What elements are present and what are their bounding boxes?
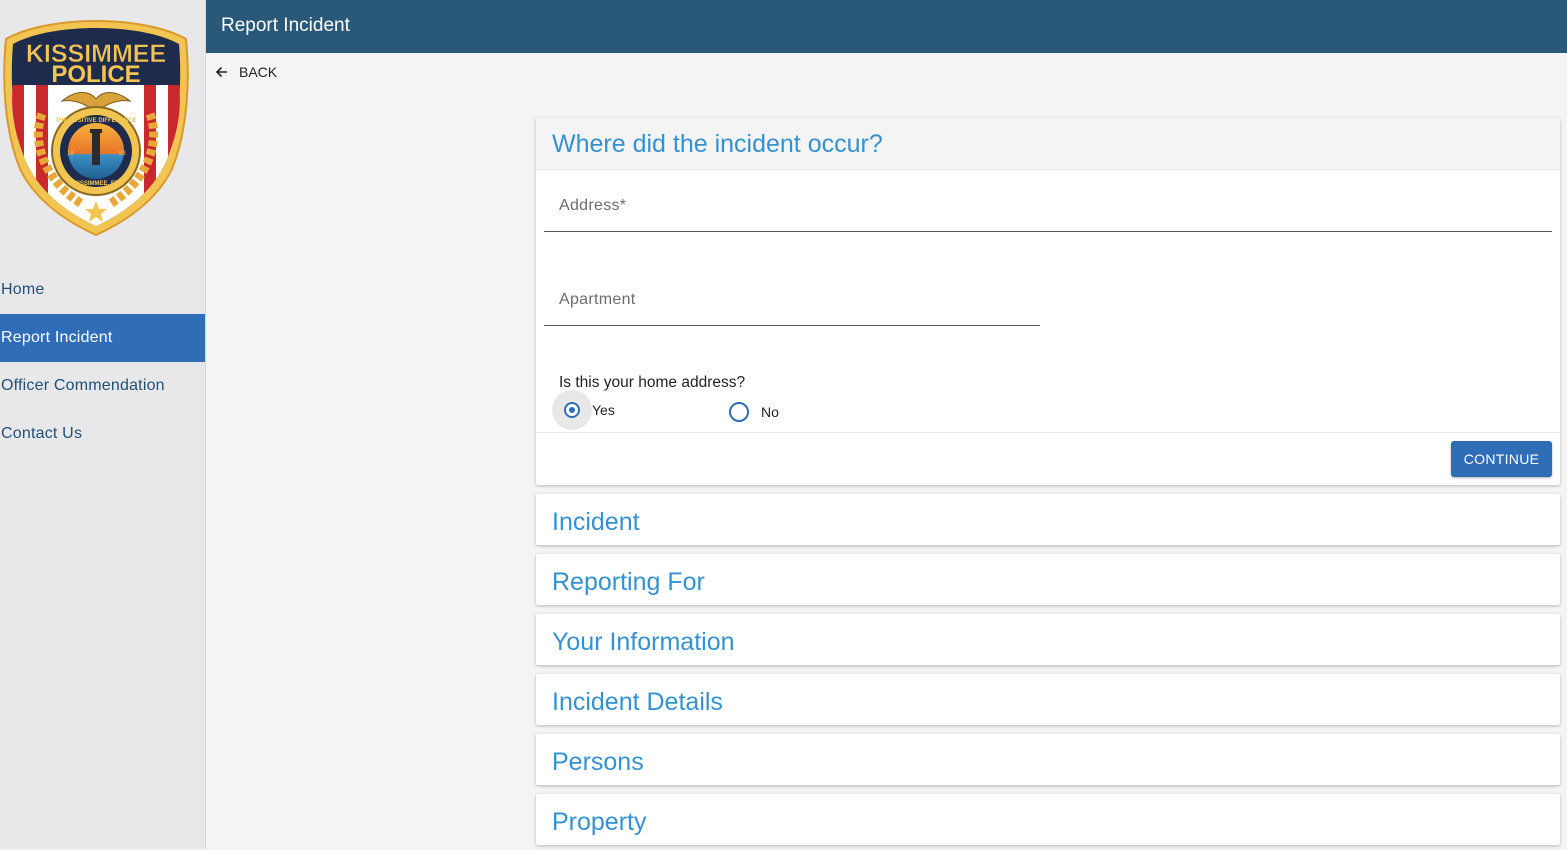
- section-incident[interactable]: Incident: [536, 494, 1560, 545]
- page-title: Report Incident: [221, 15, 350, 36]
- radio-unchecked-icon: [729, 402, 749, 422]
- svg-text:83: 83: [119, 151, 126, 157]
- apartment-underline: [544, 325, 1040, 326]
- apartment-field[interactable]: Apartment: [544, 264, 1040, 326]
- section-your-information[interactable]: Your Information: [536, 614, 1560, 665]
- radio-yes[interactable]: Yes: [564, 402, 615, 418]
- back-label: BACK: [239, 64, 278, 80]
- location-step-panel: Where did the incident occur? Address* A…: [536, 118, 1560, 485]
- svg-text:KISSIMMEE, FL: KISSIMMEE, FL: [74, 181, 119, 187]
- svg-text:POLICE: POLICE: [51, 61, 140, 88]
- sidebar-item-home[interactable]: Home: [0, 266, 205, 314]
- section-property[interactable]: Property: [536, 794, 1560, 845]
- app-header: Report Incident: [206, 0, 1567, 53]
- radio-no-label: No: [761, 404, 779, 420]
- sidebar-nav: Home Report Incident Officer Commendatio…: [0, 266, 205, 458]
- section-persons[interactable]: Persons: [536, 734, 1560, 785]
- radio-yes-label: Yes: [592, 402, 615, 418]
- back-button[interactable]: BACK: [214, 62, 277, 82]
- svg-text:18: 18: [67, 151, 74, 157]
- continue-button[interactable]: CONTINUE: [1451, 441, 1552, 477]
- sidebar-item-contact-us[interactable]: Contact Us: [0, 410, 205, 458]
- section-incident-details[interactable]: Incident Details: [536, 674, 1560, 725]
- section-reporting-for[interactable]: Reporting For: [536, 554, 1560, 605]
- address-label: Address*: [559, 197, 627, 214]
- panel-divider: [536, 432, 1560, 433]
- radio-checked-icon: [564, 402, 580, 418]
- sidebar-item-report-incident[interactable]: Report Incident: [0, 314, 205, 362]
- svg-text:THE POSITIVE DIFFERENCE: THE POSITIVE DIFFERENCE: [55, 118, 136, 124]
- apartment-label: Apartment: [559, 291, 636, 308]
- sidebar-item-officer-commendation[interactable]: Officer Commendation: [0, 362, 205, 410]
- address-underline: [544, 231, 1552, 232]
- arrow-left-icon: [215, 66, 227, 78]
- sidebar: THE POSITIVE DIFFERENCE KISSIMMEE, FL 18…: [0, 0, 206, 849]
- home-address-question: Is this your home address?: [559, 374, 746, 391]
- kissimmee-police-badge-logo: THE POSITIVE DIFFERENCE KISSIMMEE, FL 18…: [3, 19, 189, 237]
- radio-no[interactable]: No: [729, 402, 779, 422]
- address-field[interactable]: Address*: [544, 170, 1552, 232]
- location-step-title[interactable]: Where did the incident occur?: [536, 118, 1560, 170]
